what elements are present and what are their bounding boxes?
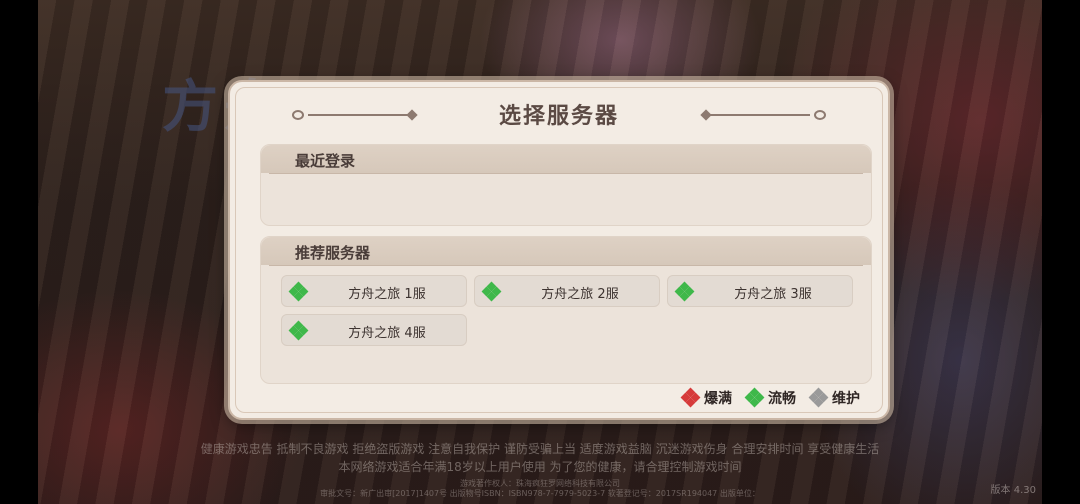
status-smooth-icon [481, 281, 502, 302]
health-notice: 健康游戏忠告 抵制不良游戏 拒绝盗版游戏 注意自我保护 谨防受骗上当 适度游戏益… [0, 440, 1080, 476]
status-smooth-icon [288, 281, 309, 302]
legend-full: 爆满 [680, 387, 732, 408]
status-full-icon [680, 387, 701, 408]
server-button-1[interactable]: 方舟之旅 1服 [281, 275, 467, 307]
letterbox-left [0, 0, 38, 504]
server-button-3[interactable]: 方舟之旅 3服 [667, 275, 853, 307]
status-legend: 爆满 流畅 维护 [680, 387, 860, 408]
server-button-2[interactable]: 方舟之旅 2服 [474, 275, 660, 307]
server-name: 方舟之旅 3服 [734, 287, 812, 302]
status-smooth-icon [674, 281, 695, 302]
status-maintenance-icon [808, 387, 829, 408]
legend-maintenance-label: 维护 [832, 391, 860, 407]
title-ornament-right [700, 109, 826, 121]
server-button-4[interactable]: 方舟之旅 4服 [281, 314, 467, 346]
recent-login-section: 最近登录 [260, 144, 872, 226]
legend-smooth-label: 流畅 [768, 391, 796, 407]
legend-full-label: 爆满 [704, 391, 732, 407]
version-label: 版本 4.30 [990, 485, 1036, 496]
server-name: 方舟之旅 1服 [348, 287, 426, 302]
recommended-servers-section: 推荐服务器 方舟之旅 1服 方舟之旅 2服 方舟之旅 3服 方舟之旅 4服 [260, 236, 872, 384]
server-name: 方舟之旅 4服 [348, 326, 426, 341]
status-smooth-icon [288, 320, 309, 341]
legend-smooth: 流畅 [744, 387, 796, 408]
approval-line: 审批文号：新广出审[2017]1407号 出版物号ISBN：ISBN978-7-… [320, 489, 760, 498]
recommended-servers-title: 推荐服务器 [295, 244, 371, 262]
server-name: 方舟之旅 2服 [541, 287, 619, 302]
recommended-servers-header: 推荐服务器 [261, 237, 871, 266]
recent-login-header: 最近登录 [261, 145, 871, 174]
letterbox-right [1042, 0, 1080, 504]
server-select-dialog: 选择服务器 最近登录 推荐服务器 方舟之旅 1服 方舟之旅 2服 方舟之旅 3服… [228, 80, 890, 420]
status-smooth-icon [744, 387, 765, 408]
recent-login-title: 最近登录 [295, 152, 356, 170]
legend-maintenance: 维护 [808, 387, 860, 408]
health-notice-line2: 本网络游戏适合年满18岁以上用户使用 为了您的健康，请合理控制游戏时间 [338, 460, 742, 474]
health-notice-line1: 健康游戏忠告 抵制不良游戏 拒绝盗版游戏 注意自我保护 谨防受骗上当 适度游戏益… [200, 442, 880, 456]
